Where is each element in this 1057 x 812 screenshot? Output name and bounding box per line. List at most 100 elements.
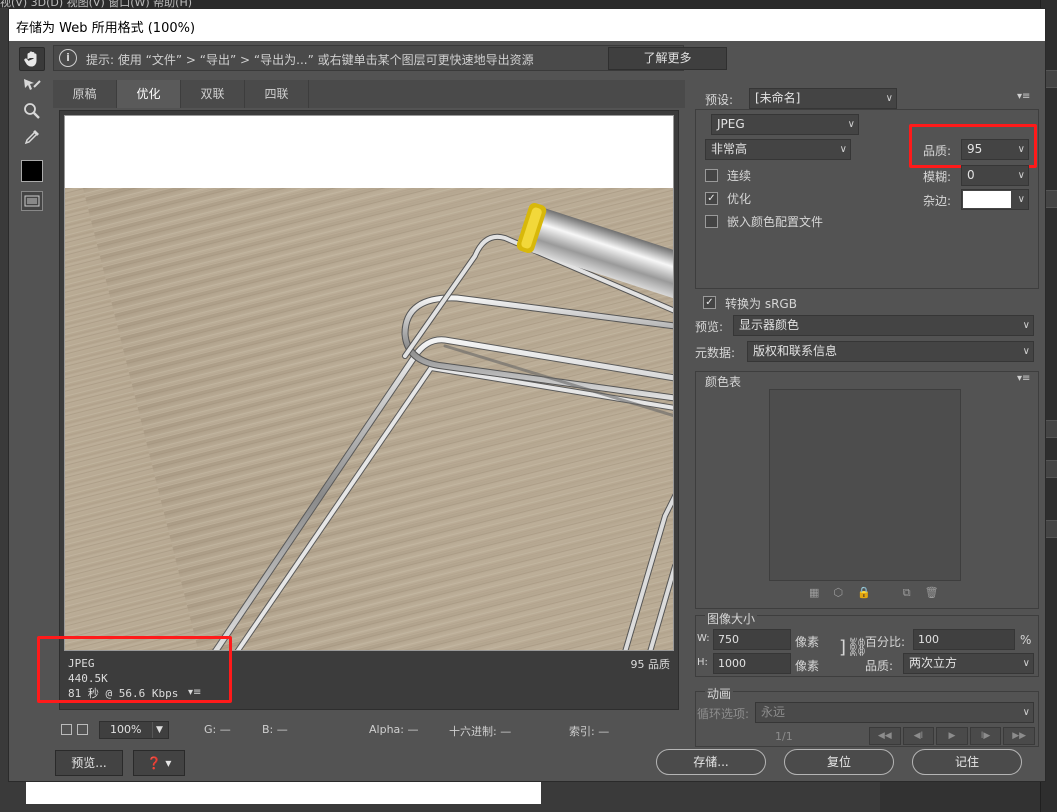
status-hex: 十六进制: — xyxy=(449,725,512,738)
chevron-down-icon: ∨ xyxy=(1017,170,1025,181)
loop-options-select[interactable]: 永远 ∨ xyxy=(755,702,1034,723)
title-bar[interactable]: 存储为 Web 所用格式 (100%) xyxy=(9,9,1045,41)
hint-bar: i 提示: 使用 “文件” > “导出” > “导出为...” 或右键单击某个图… xyxy=(53,45,727,71)
matte-label: 杂边: xyxy=(923,194,952,208)
image-canvas[interactable] xyxy=(64,115,674,651)
color-table-title: 颜色表 xyxy=(705,375,742,389)
preset-select[interactable]: [未命名] ∨ xyxy=(749,88,897,109)
reset-button[interactable]: 复位 xyxy=(784,749,894,775)
image-size-title: 图像大小 xyxy=(705,610,758,627)
settings-menu-icon[interactable]: ▾≡ xyxy=(1017,91,1030,102)
magnifier-icon xyxy=(24,103,40,119)
optimized-checkbox[interactable]: ✓ xyxy=(705,192,718,205)
web-shift-icon[interactable]: ⬡ xyxy=(833,586,857,599)
chevron-down-icon: ▾ xyxy=(161,756,172,770)
image-quality-info: 95 品质 xyxy=(630,658,671,671)
chevron-down-icon: ∨ xyxy=(885,93,893,104)
resample-value: 两次立方 xyxy=(909,656,958,670)
previous-frame-icon[interactable]: ◀I xyxy=(902,727,935,745)
toggle-slices-visibility[interactable] xyxy=(21,191,43,211)
first-frame-icon[interactable]: ◀◀ xyxy=(869,727,901,745)
embed-profile-label: 嵌入颜色配置文件 xyxy=(727,215,824,229)
optimized-label: 优化 xyxy=(727,192,752,206)
matte-select[interactable]: ∨ xyxy=(961,189,1029,210)
image-preview-panel: JPEG 440.5K 81 秒 @ 56.6 Kbps ▾≡ 95 品质 xyxy=(59,110,679,710)
dialog-title: 存储为 Web 所用格式 (100%) xyxy=(16,21,196,36)
preview-mode-select[interactable]: 显示器颜色 ∨ xyxy=(733,315,1034,336)
width-unit: 像素 xyxy=(795,635,820,649)
status-alpha: Alpha: — xyxy=(369,723,419,736)
chevron-down-icon: ▼ xyxy=(152,722,166,738)
browser-preview-button[interactable]: ❓ ▾ xyxy=(133,750,185,776)
blur-value: 0 xyxy=(967,168,975,182)
tool-column xyxy=(15,45,49,225)
resample-label: 品质: xyxy=(865,659,894,673)
blur-input[interactable]: 0 ∨ xyxy=(961,165,1029,186)
tab-optimized[interactable]: 优化 xyxy=(117,80,181,108)
percent-label: 百分比: xyxy=(865,635,906,649)
zoom-tool[interactable] xyxy=(19,99,45,123)
browser-icon: ❓ xyxy=(146,756,162,770)
tab-strip-fill xyxy=(309,80,685,108)
percent-unit: % xyxy=(1020,633,1032,647)
new-color-icon[interactable]: ⧉ xyxy=(903,586,925,599)
next-frame-icon[interactable]: I▶ xyxy=(969,727,1002,745)
color-table-menu-icon[interactable]: ▾≡ xyxy=(1017,373,1030,384)
convert-srgb-checkbox[interactable]: ✓ xyxy=(703,296,716,309)
progressive-checkbox[interactable] xyxy=(705,169,718,182)
loop-options-value: 永远 xyxy=(761,705,786,719)
percent-input[interactable]: 100 xyxy=(913,629,1015,650)
map-transparency-icon[interactable]: ▦ xyxy=(809,586,833,599)
zoom-level-select[interactable]: 100% ▼ xyxy=(99,721,169,739)
blur-label: 模糊: xyxy=(923,170,952,184)
chevron-down-icon: ∨ xyxy=(1022,658,1030,669)
slices-icon xyxy=(24,195,40,207)
format-select[interactable]: JPEG ∨ xyxy=(711,114,859,135)
color-table-tools[interactable]: ▦⬡🔒 ⧉🗑 xyxy=(809,586,953,600)
status-index: 索引: — xyxy=(569,725,610,738)
preview-button[interactable]: 预览... xyxy=(55,750,123,776)
resample-select[interactable]: 两次立方 ∨ xyxy=(903,653,1034,674)
highlight-quality xyxy=(909,124,1037,168)
width-label: W: xyxy=(697,633,710,644)
info-icon: i xyxy=(59,49,77,67)
metadata-value: 版权和联系信息 xyxy=(753,344,838,358)
background-menubar-text: 视(V) 3D(D) 视图(V) 窗口(W) 帮助(H) xyxy=(0,0,193,8)
trash-icon[interactable]: 🗑 xyxy=(925,586,953,599)
tab-2-up[interactable]: 双联 xyxy=(181,80,245,108)
metadata-select[interactable]: 版权和联系信息 ∨ xyxy=(747,341,1034,362)
play-icon[interactable]: ▶ xyxy=(936,727,968,745)
learn-more-button[interactable]: 了解更多 xyxy=(608,47,727,70)
lock-color-icon[interactable]: 🔒 xyxy=(857,586,885,599)
remember-button[interactable]: 记住 xyxy=(912,749,1022,775)
status-bar: 100% ▼ G: — B: — Alpha: — 十六进制: — 索引: — xyxy=(59,719,679,741)
eyedropper-tool[interactable] xyxy=(19,125,45,149)
background-menubar: 视(V) 3D(D) 视图(V) 窗口(W) 帮助(H) xyxy=(0,0,1057,8)
height-label: H: xyxy=(697,657,708,668)
animation-controls: ◀◀ ◀I ▶ I▶ ▶▶ xyxy=(869,727,1035,745)
height-input[interactable]: 1000 xyxy=(713,653,791,674)
frame-counter: 1/1 xyxy=(775,730,793,743)
color-table-grid[interactable] xyxy=(769,389,961,581)
view-tabs: 原稿 优化 双联 四联 xyxy=(53,80,685,108)
quality-level-select[interactable]: 非常高 ∨ xyxy=(705,139,851,160)
tab-original[interactable]: 原稿 xyxy=(53,80,117,108)
zoom-in-icon[interactable] xyxy=(77,724,88,735)
format-value: JPEG xyxy=(717,117,745,131)
chevron-down-icon: ∨ xyxy=(839,144,847,155)
last-frame-icon[interactable]: ▶▶ xyxy=(1003,727,1035,745)
highlight-file-info xyxy=(37,636,232,703)
chevron-down-icon: ∨ xyxy=(847,119,855,130)
zoom-out-icon[interactable] xyxy=(61,724,72,735)
hand-tool[interactable] xyxy=(19,47,45,71)
status-g: G: — xyxy=(204,723,231,736)
progressive-label: 连续 xyxy=(727,169,752,183)
save-button[interactable]: 存储... xyxy=(656,749,766,775)
eyedropper-color-swatch[interactable] xyxy=(21,160,43,182)
slice-select-tool[interactable] xyxy=(19,73,45,97)
width-input[interactable]: 750 xyxy=(713,629,791,650)
embed-profile-checkbox[interactable] xyxy=(705,215,718,228)
zoom-level-value: 100% xyxy=(110,723,142,736)
tab-4-up[interactable]: 四联 xyxy=(245,80,309,108)
chevron-down-icon: ∨ xyxy=(1022,346,1030,357)
